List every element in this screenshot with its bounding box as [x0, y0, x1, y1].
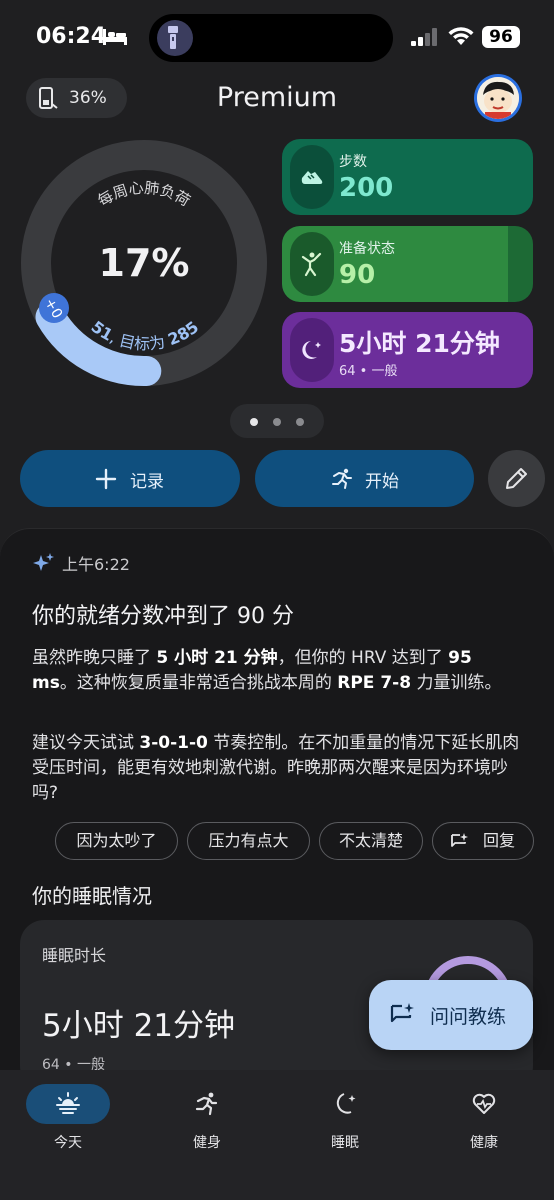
sleep-duration: 5小时 21分钟 — [339, 329, 500, 358]
reply-chip-unsure[interactable]: 不太清楚 — [319, 822, 423, 860]
moon-icon — [336, 1093, 356, 1114]
edit-button[interactable] — [488, 450, 545, 507]
heart-icon — [472, 1093, 496, 1114]
battery-indicator: 96 — [482, 26, 520, 48]
sleep-duration-label: 睡眠时长 — [42, 946, 107, 965]
record-label: 记录 — [130, 472, 164, 492]
pencil-icon — [506, 468, 527, 489]
reply-button[interactable]: 回复 — [432, 822, 534, 860]
sleep-duration-value: 5小时 21分钟 — [42, 1008, 236, 1044]
nav-health-label: 健康 — [470, 1135, 498, 1151]
sunrise-icon — [56, 1092, 80, 1114]
page-indicator[interactable] — [230, 404, 324, 438]
readiness-label: 准备状态 — [339, 241, 395, 257]
steps-card[interactable]: 步数 200 — [282, 139, 533, 215]
sleep-score: 64 • 一般 — [339, 364, 398, 379]
nav-fitness[interactable]: 健身 — [157, 1082, 257, 1162]
nav-today[interactable]: 今天 — [18, 1082, 118, 1162]
person-stretch-icon — [301, 252, 322, 277]
cardio-load-ring[interactable]: 每周心肺负荷 +0 51, 目标为 285 17% — [18, 137, 270, 389]
nav-fitness-label: 健身 — [193, 1135, 221, 1151]
signal-icon — [411, 28, 437, 46]
ring-title: 每周心肺负荷 — [95, 179, 194, 210]
plus-icon — [95, 468, 117, 490]
sleep-section-title: 你的睡眠情况 — [32, 884, 152, 908]
nav-sleep[interactable]: 睡眠 — [295, 1082, 395, 1162]
page-dot — [296, 418, 304, 426]
message-title: 你的就绪分数冲到了 90 分 — [32, 604, 294, 629]
message-paragraph-2: 建议今天试试 3-0-1-0 节奏控制。在不加重量的情况下延长肌肉受压时间，能更… — [32, 733, 520, 803]
start-button[interactable]: 开始 — [255, 450, 474, 507]
shoe-icon — [301, 171, 323, 184]
nav-today-label: 今天 — [54, 1135, 82, 1151]
ask-coach-label: 问问教练 — [430, 1006, 507, 1028]
wifi-icon — [448, 27, 474, 45]
record-button[interactable]: 记录 — [20, 450, 240, 507]
page-dot-active — [250, 418, 258, 426]
reply-chip-stress[interactable]: 压力有点大 — [187, 822, 310, 860]
moon-icon — [302, 341, 321, 359]
status-time: 06:24 — [36, 24, 107, 49]
bed-icon — [103, 29, 127, 45]
status-bar: 06:24 96 — [0, 0, 554, 76]
message-time: 上午6:22 — [62, 555, 130, 574]
running-icon — [195, 1092, 218, 1116]
chat-sparkle-icon — [451, 833, 468, 847]
sparkle-icon — [33, 553, 54, 571]
bottom-nav: 今天 健身 睡眠 健康 — [0, 1070, 554, 1200]
readiness-icon-pill — [290, 232, 334, 296]
sleep-icon-pill — [290, 318, 334, 382]
running-icon — [332, 468, 352, 489]
readiness-value: 90 — [339, 260, 376, 290]
readiness-card[interactable]: 准备状态 90 — [282, 226, 533, 302]
flashlight-icon — [168, 26, 178, 49]
sleep-card[interactable]: 5小时 21分钟 64 • 一般 — [282, 312, 533, 388]
nav-health[interactable]: 健康 — [434, 1082, 534, 1162]
steps-icon-pill — [290, 145, 334, 209]
dynamic-island — [149, 14, 393, 62]
avatar[interactable] — [474, 74, 522, 122]
steps-value: 200 — [339, 173, 394, 203]
avatar-image — [477, 77, 519, 119]
message-paragraph-1: 虽然昨晚只睡了 5 小时 21 分钟，但你的 HRV 达到了 95 ms。这种恢… — [32, 648, 502, 693]
ring-percent: 17% — [98, 241, 190, 285]
page-dot — [273, 418, 281, 426]
chat-sparkle-icon — [390, 1003, 414, 1023]
reply-chip-noisy[interactable]: 因为太吵了 — [55, 822, 178, 860]
start-label: 开始 — [365, 472, 399, 492]
ask-coach-button[interactable]: 问问教练 — [369, 980, 533, 1050]
steps-label: 步数 — [339, 154, 367, 170]
nav-sleep-label: 睡眠 — [331, 1135, 359, 1151]
page-title: Premium — [216, 82, 338, 113]
